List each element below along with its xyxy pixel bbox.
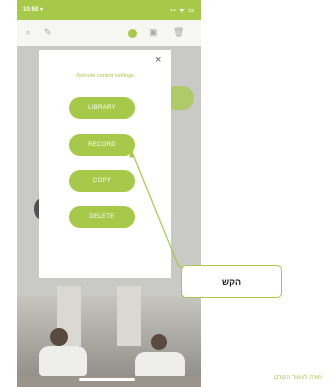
- back-link[interactable]: חזרה לעמוד הקודם: [274, 375, 322, 381]
- callout-text: הקש: [221, 276, 242, 287]
- callout-pointer-line: [129, 150, 187, 273]
- callout-box: הקש: [181, 265, 282, 298]
